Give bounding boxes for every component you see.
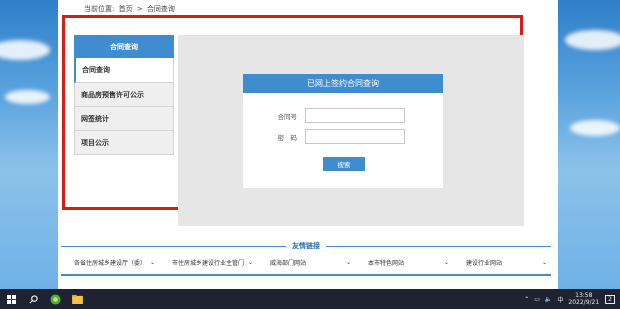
- query-card-title: 已网上签约合同查询: [243, 74, 443, 93]
- links-bottom-divider: [61, 274, 551, 276]
- query-card: 已网上签约合同查询 合同号 密 码 搜索: [243, 74, 443, 188]
- cloud: [565, 30, 620, 50]
- sidebar-item-contract-query[interactable]: 合同查询: [74, 58, 174, 83]
- chevron-down-icon: ⌄: [149, 258, 155, 266]
- chevron-down-icon: ⌄: [247, 258, 253, 266]
- links-title: 友情链接: [286, 241, 326, 251]
- link-select-label: 市住房城乡建设行业主管门: [172, 259, 245, 267]
- main-panel: 已网上签约合同查询 合同号 密 码 搜索: [178, 35, 524, 226]
- contract-label: 合同号: [277, 112, 298, 121]
- folder-icon[interactable]: [66, 289, 88, 309]
- link-select-label: 各省住房城乡建设厅（委）: [74, 259, 147, 267]
- sidebar-title: 合同查询: [74, 35, 174, 58]
- sidebar-item-project-notice[interactable]: 项目公示: [74, 131, 174, 155]
- links-row: 各省住房城乡建设厅（委） ⌄ 市住房城乡建设行业主管门 ⌄ 威海部门网站 ⌄ 本市特色…: [66, 255, 556, 269]
- clock-date: 2022/9/21: [568, 299, 600, 306]
- link-select-city[interactable]: 市住房城乡建设行业主管门 ⌄: [164, 255, 257, 269]
- link-select-weihai[interactable]: 威海部门网站 ⌄: [262, 255, 355, 269]
- cloud: [0, 40, 50, 60]
- breadcrumb-current: 合同查询: [146, 5, 175, 13]
- link-select-label: 建设行业网站: [466, 259, 503, 267]
- sidebar-item-statistics[interactable]: 网签统计: [74, 107, 174, 131]
- search-button[interactable]: 搜索: [323, 157, 365, 171]
- network-icon[interactable]: ▭: [534, 296, 540, 303]
- chevron-up-icon[interactable]: ⌃: [524, 296, 529, 303]
- speaker-icon[interactable]: 🔈: [545, 296, 552, 303]
- clock[interactable]: 13:58 2022/9/21: [568, 292, 599, 306]
- contract-number-input[interactable]: [305, 108, 405, 123]
- notification-icon[interactable]: 2: [605, 294, 615, 304]
- windows-start-icon[interactable]: [0, 289, 22, 309]
- link-select-local[interactable]: 本市特色网站 ⌄: [360, 255, 453, 269]
- language-icon[interactable]: 中: [557, 295, 563, 304]
- link-select-provinces[interactable]: 各省住房城乡建设厅（委） ⌄: [66, 255, 159, 269]
- chevron-down-icon: ⌄: [443, 258, 449, 266]
- password-row: 密 码: [243, 129, 405, 144]
- link-select-industry[interactable]: 建设行业网站 ⌄: [458, 255, 551, 269]
- chevron-down-icon: ⌄: [541, 258, 547, 266]
- link-select-label: 威海部门网站: [270, 259, 307, 267]
- clock-time: 13:58: [575, 292, 593, 299]
- breadcrumb-home-link[interactable]: 首页: [119, 5, 133, 13]
- password-label: 密 码: [277, 133, 298, 142]
- cloud: [5, 90, 50, 104]
- browser-icon[interactable]: [44, 289, 66, 309]
- sidebar-item-presale-permit[interactable]: 商品房预售许可公示: [74, 83, 174, 107]
- search-icon[interactable]: [22, 289, 44, 309]
- cloud: [570, 120, 620, 136]
- taskbar: ⌃ ▭ 🔈 中 13:58 2022/9/21 2: [0, 289, 620, 309]
- friend-links: 友情链接 各省住房城乡建设厅（委） ⌄ 市住房城乡建设行业主管门 ⌄ 威海部门网站 ⌄…: [61, 236, 551, 279]
- sidebar: 合同查询 合同查询 商品房预售许可公示 网签统计 项目公示: [74, 35, 174, 155]
- link-select-label: 本市特色网站: [368, 259, 405, 267]
- contract-row: 合同号: [243, 108, 405, 123]
- password-input[interactable]: [305, 129, 405, 144]
- system-tray: ⌃ ▭ 🔈 中 13:58 2022/9/21 2: [524, 289, 620, 309]
- breadcrumb-separator: >: [136, 5, 143, 13]
- breadcrumb: 当前位置: 首页 > 合同查询: [84, 4, 177, 14]
- breadcrumb-prefix: 当前位置:: [84, 5, 115, 13]
- chevron-down-icon: ⌄: [345, 258, 351, 266]
